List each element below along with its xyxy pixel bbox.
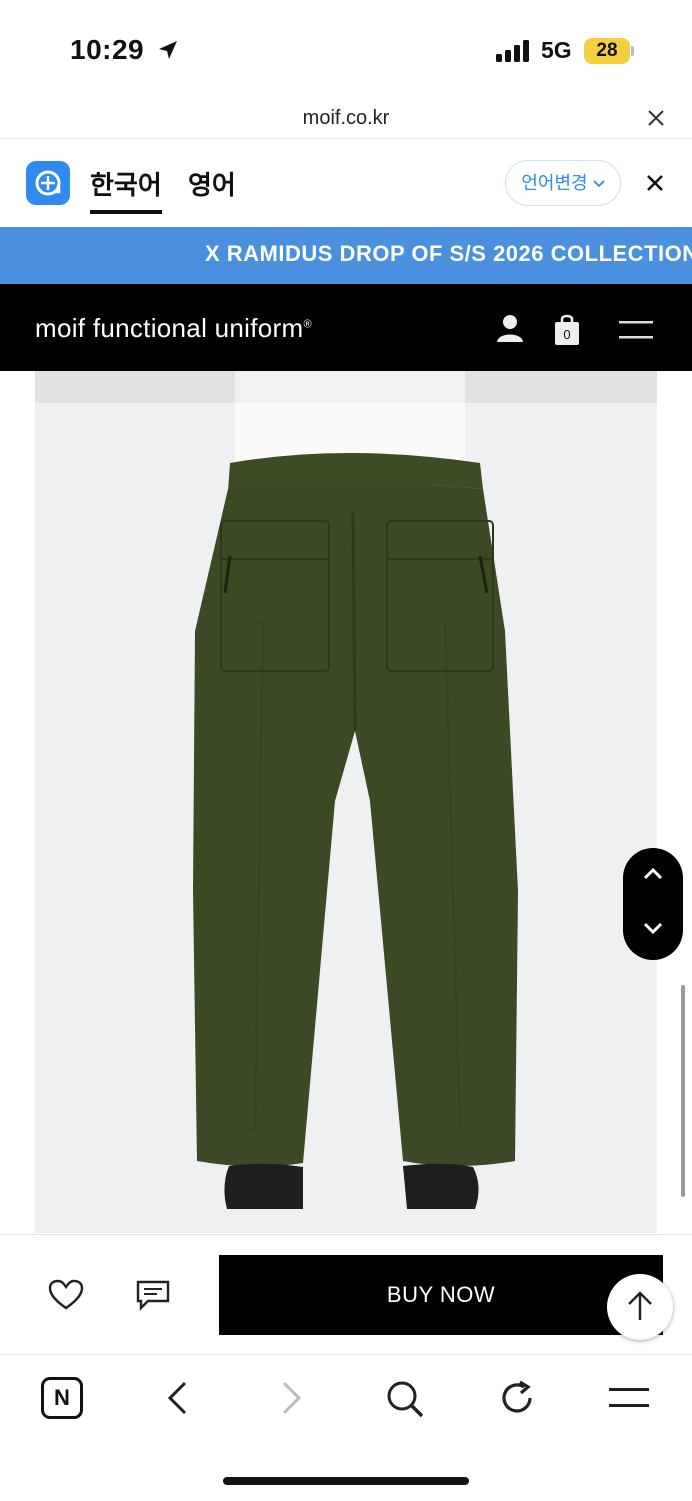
back-arrow-icon[interactable] bbox=[165, 1380, 189, 1416]
hamburger-menu-icon[interactable] bbox=[619, 319, 653, 341]
forward-arrow-icon[interactable] bbox=[280, 1380, 304, 1416]
active-tab-indicator bbox=[90, 210, 162, 214]
home-button[interactable]: N bbox=[41, 1377, 83, 1419]
cart-count-badge: 0 bbox=[563, 327, 571, 342]
promo-banner-text[interactable]: X RAMIDUS DROP OF S/S 2026 COLLECTION bbox=[205, 241, 692, 267]
scrollbar[interactable] bbox=[681, 985, 685, 1197]
change-language-button[interactable]: 언어변경 bbox=[505, 160, 621, 206]
network-type: 5G bbox=[541, 37, 572, 63]
scroll-up-icon[interactable] bbox=[641, 862, 665, 886]
search-icon[interactable] bbox=[385, 1379, 425, 1419]
scroll-down-icon[interactable] bbox=[641, 916, 665, 940]
translate-logo-icon bbox=[26, 161, 70, 205]
home-indicator bbox=[223, 1477, 469, 1485]
close-translate-icon[interactable] bbox=[645, 173, 665, 193]
brand-logo[interactable]: moif functional uniform® bbox=[35, 313, 312, 344]
close-icon[interactable] bbox=[646, 108, 666, 128]
url-text[interactable]: moif.co.kr bbox=[0, 107, 692, 130]
cellular-signal-icon bbox=[496, 40, 529, 62]
brand-name: moif functional uniform bbox=[35, 313, 304, 343]
battery-nub bbox=[631, 46, 634, 56]
language-tab-target[interactable]: 영어 bbox=[188, 165, 236, 202]
reload-icon[interactable] bbox=[498, 1379, 536, 1417]
chat-icon[interactable] bbox=[135, 1279, 171, 1311]
location-arrow-icon bbox=[159, 41, 177, 59]
chevron-down-icon bbox=[592, 180, 605, 188]
menu-icon[interactable] bbox=[609, 1385, 649, 1411]
product-image bbox=[35, 371, 657, 1233]
clock: 10:29 bbox=[70, 34, 145, 65]
arrow-up-icon[interactable] bbox=[627, 1290, 653, 1322]
language-tab-source[interactable]: 한국어 bbox=[90, 165, 162, 202]
heart-icon[interactable] bbox=[48, 1279, 84, 1311]
change-language-label: 언어변경 bbox=[521, 173, 588, 193]
battery-indicator: 28 bbox=[584, 38, 630, 64]
registered-mark: ® bbox=[303, 318, 312, 331]
user-icon[interactable] bbox=[496, 313, 524, 343]
buy-now-button[interactable]: BUY NOW bbox=[219, 1255, 663, 1335]
pants-illustration bbox=[35, 371, 657, 1209]
